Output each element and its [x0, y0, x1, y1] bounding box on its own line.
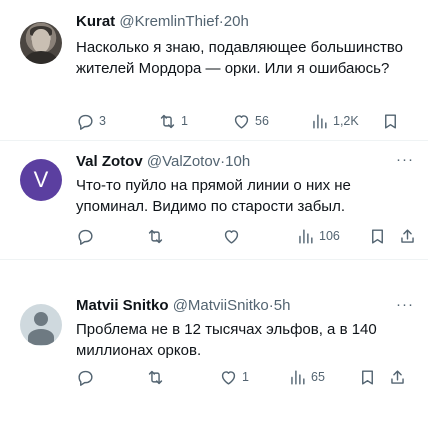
share-icon	[401, 228, 414, 243]
timestamp[interactable]: 5h	[274, 297, 291, 314]
views-count: 1,2K	[333, 114, 359, 128]
timestamp[interactable]: 10h	[225, 153, 250, 170]
bookmark-button[interactable]	[368, 225, 387, 247]
timestamp[interactable]: 20h	[224, 13, 249, 30]
retweet-icon	[148, 370, 163, 384]
retweet-count: 1	[181, 114, 188, 128]
default-avatar-body	[28, 329, 54, 345]
views-icon	[299, 228, 313, 244]
like-count: 56	[255, 114, 269, 128]
share-button[interactable]	[398, 225, 417, 247]
retweet-button[interactable]	[146, 225, 169, 247]
reply-button[interactable]	[76, 366, 99, 388]
bookmark-icon	[362, 369, 373, 385]
action-bar: 106	[76, 225, 426, 247]
tweet-header: Kurat @KremlinThief·20h	[76, 12, 249, 32]
bookmark-button[interactable]	[358, 366, 377, 388]
heart-icon	[224, 229, 239, 244]
like-count: 1	[242, 370, 249, 384]
bookmark-button[interactable]	[381, 110, 400, 132]
views-count: 65	[311, 370, 325, 384]
reply-icon	[78, 229, 93, 245]
like-button[interactable]	[222, 225, 245, 247]
bookmark-icon	[385, 113, 396, 129]
reply-icon	[78, 370, 93, 386]
more-options-icon[interactable]: ···	[396, 297, 414, 312]
avatar[interactable]	[20, 304, 62, 346]
reply-button[interactable]: 3	[76, 110, 106, 132]
reply-icon	[78, 114, 93, 130]
bookmark-icon	[372, 228, 383, 244]
author-handle[interactable]: @KremlinThief	[119, 13, 218, 30]
divider	[0, 259, 428, 260]
avatar-body	[25, 51, 57, 64]
author-handle[interactable]: @MatviiSnitko	[173, 297, 269, 314]
tweet-header: Val Zotov @ValZotov·10h	[76, 152, 250, 172]
like-button[interactable]: 56	[232, 110, 269, 132]
tweet-1[interactable]: Kurat @KremlinThief·20h Насколько я знаю…	[0, 0, 428, 140]
action-bar: 1 65	[76, 366, 426, 388]
tweet-header: Matvii Snitko @MatviiSnitko·5h	[76, 296, 290, 316]
retweet-icon	[160, 114, 175, 128]
author-name[interactable]: Val Zotov	[76, 153, 143, 170]
views-button[interactable]: 106	[296, 225, 340, 247]
views-button[interactable]: 65	[288, 366, 325, 388]
tweet-text: Проблема не в 12 тысячах эльфов, а в 140…	[76, 321, 377, 359]
reply-button[interactable]	[76, 225, 99, 247]
retweet-button[interactable]: 1	[158, 110, 188, 132]
views-button[interactable]: 1,2K	[310, 110, 359, 132]
tweet-2[interactable]: V Val Zotov @ValZotov·10h ··· Что-то пуй…	[0, 141, 428, 259]
author-handle[interactable]: @ValZotov	[147, 153, 220, 170]
tweet-3[interactable]: Matvii Snitko @MatviiSnitko·5h ··· Пробл…	[0, 280, 428, 400]
retweet-icon	[148, 229, 163, 243]
avatar[interactable]: V	[20, 159, 62, 201]
views-icon	[313, 113, 327, 129]
retweet-button[interactable]	[146, 366, 169, 388]
author-name[interactable]: Kurat	[76, 13, 115, 30]
avatar-face	[32, 29, 50, 53]
heart-icon	[221, 370, 236, 385]
tweet-text: Насколько я знаю, подавляющее большинств…	[76, 39, 403, 77]
views-icon	[291, 369, 305, 385]
more-options-icon[interactable]: ···	[396, 152, 414, 167]
avatar[interactable]	[20, 22, 62, 64]
tweet-text: Что-то пуйло на прямой линии о них не уп…	[76, 177, 351, 215]
author-name[interactable]: Matvii Snitko	[76, 297, 169, 314]
like-button[interactable]: 1	[219, 366, 249, 388]
share-button[interactable]	[388, 366, 407, 388]
share-icon	[391, 369, 404, 384]
default-avatar-head	[34, 312, 48, 326]
reply-count: 3	[99, 114, 106, 128]
heart-icon	[234, 114, 249, 129]
views-count: 106	[319, 229, 340, 243]
action-bar: 3 1 56 1,2K	[76, 110, 426, 132]
